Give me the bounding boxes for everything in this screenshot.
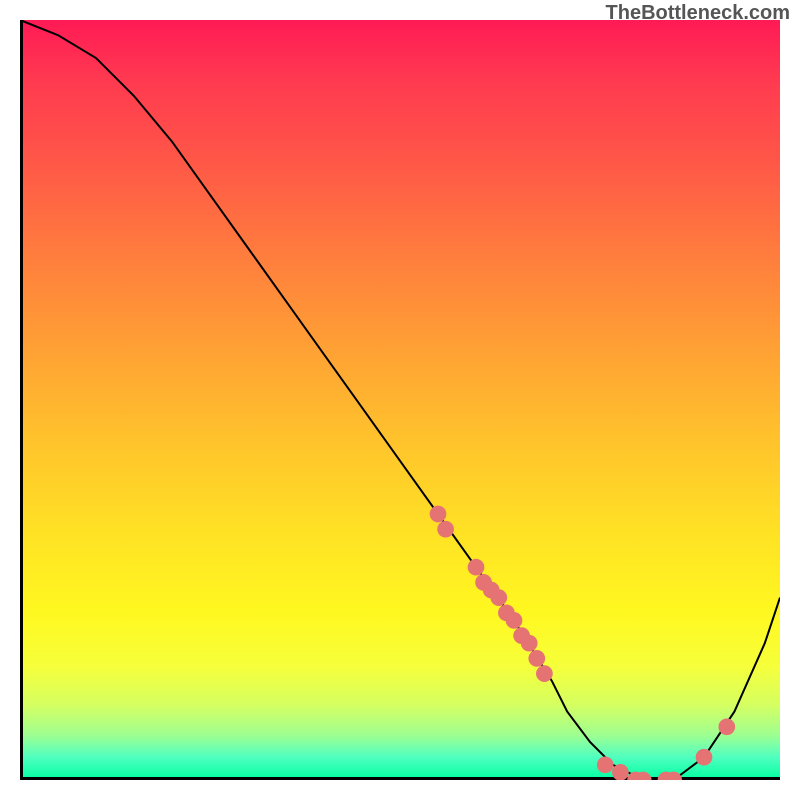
data-point bbox=[521, 635, 538, 652]
data-point bbox=[696, 749, 713, 766]
data-points-group bbox=[430, 506, 736, 780]
bottleneck-curve-line bbox=[20, 20, 780, 780]
data-point bbox=[490, 589, 507, 606]
data-point bbox=[528, 650, 545, 667]
data-point bbox=[612, 764, 629, 780]
data-point bbox=[597, 756, 614, 773]
data-point bbox=[506, 612, 523, 629]
watermark-text: TheBottleneck.com bbox=[606, 2, 790, 25]
data-point bbox=[536, 665, 553, 682]
chart-svg bbox=[20, 20, 780, 780]
data-point bbox=[468, 559, 485, 576]
data-point bbox=[718, 718, 735, 735]
chart-plot-area bbox=[20, 20, 780, 780]
data-point bbox=[437, 521, 454, 538]
data-point bbox=[430, 506, 447, 523]
